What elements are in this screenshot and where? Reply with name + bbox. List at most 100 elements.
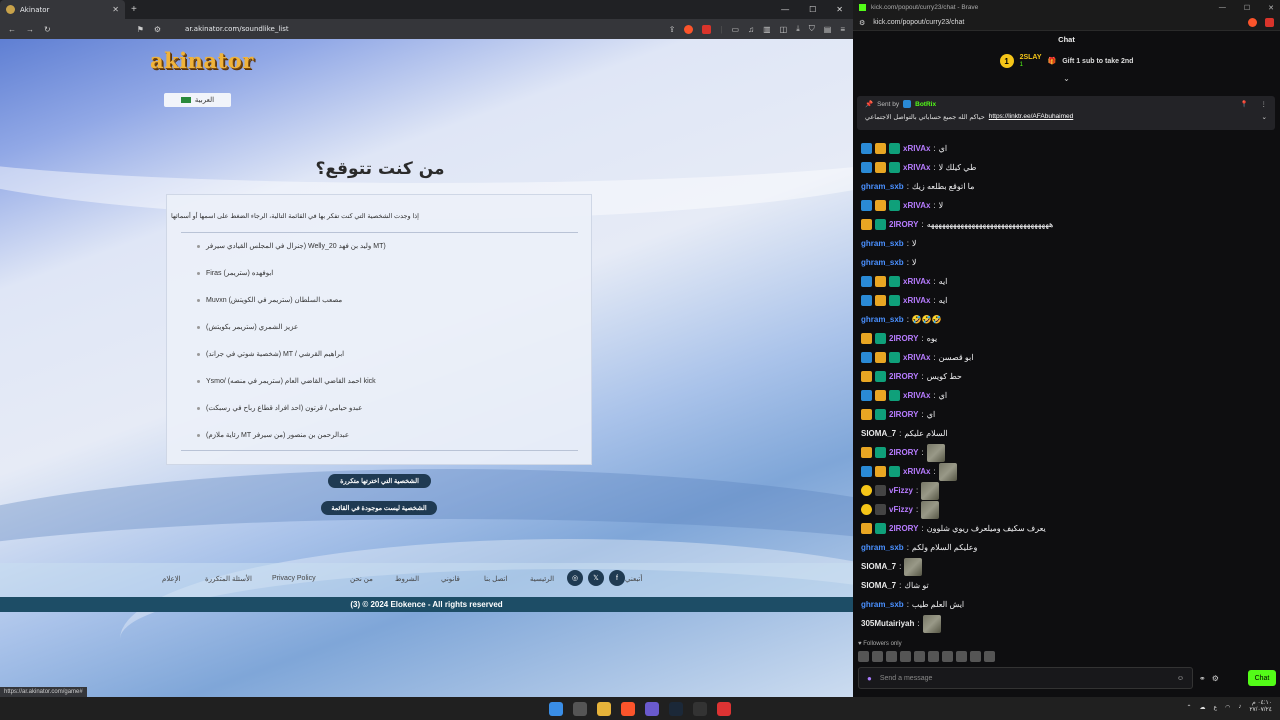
screenshot-icon[interactable]: ▭ [732, 25, 740, 34]
chevron-up-icon[interactable]: ⌃ [1186, 704, 1191, 711]
footer-link-terms[interactable]: الشروط [395, 575, 419, 583]
task-view-icon[interactable] [573, 701, 587, 716]
volume-icon[interactable]: ♪ [1238, 704, 1241, 710]
x-twitter-icon[interactable]: 𝕏 [588, 570, 604, 586]
maximize-icon[interactable]: ☐ [809, 5, 816, 14]
site-info-icon[interactable]: ⚙ [859, 19, 865, 27]
follower-avatar[interactable] [872, 651, 883, 662]
chat-username[interactable]: xRIVAx [903, 296, 930, 305]
menu-icon[interactable]: ≡ [840, 25, 845, 34]
follower-avatar[interactable] [928, 651, 939, 662]
chat-username[interactable]: 2IRORY [889, 220, 919, 229]
chat-username[interactable]: SIOMA_7 [861, 562, 896, 571]
chat-username[interactable]: 2IRORY [889, 524, 919, 533]
kick-url[interactable]: kick.com/popout/curry23/chat [873, 19, 964, 26]
follower-avatar[interactable] [956, 651, 967, 662]
brave-shields-icon[interactable] [684, 24, 694, 34]
bookmark-icon[interactable]: ⚑ [137, 25, 144, 34]
maximize-icon[interactable]: ☐ [1244, 4, 1250, 12]
chat-username[interactable]: SIOMA_7 [861, 429, 896, 438]
list-item[interactable]: Firas (ستريمر) ابوفهده [197, 265, 273, 281]
chat-username[interactable]: 305Mutairiyah [861, 619, 914, 628]
vpn-icon[interactable]: ⛉ [809, 24, 815, 34]
chat-username[interactable]: xRIVAx [903, 353, 930, 362]
chat-username[interactable]: ghram_sxb [861, 258, 904, 267]
forward-icon[interactable]: → [26, 25, 34, 34]
discord-icon[interactable] [645, 701, 659, 716]
minimize-icon[interactable]: — [1219, 4, 1226, 12]
footer-link-media[interactable]: الإعلام [162, 575, 181, 583]
settings-icon[interactable]: ⚙ [1212, 674, 1219, 683]
clock[interactable]: ٠٤:١٠ م ٢٧/٠٧/٢٤ [1249, 700, 1272, 714]
url-field[interactable]: ar.akinator.com/soundlike_list [185, 25, 289, 33]
chat-username[interactable]: ghram_sxb [861, 315, 904, 324]
follower-avatar[interactable] [984, 651, 995, 662]
brave-shields-icon[interactable] [1248, 18, 1257, 27]
downloads-icon[interactable]: ⤓ [796, 24, 800, 34]
chat-username[interactable]: vFizzy [889, 486, 913, 495]
wallet-icon[interactable]: ▤ [824, 25, 832, 34]
gift-leaderboard[interactable]: 1 2SLAY 1 🎁 Gift 1 sub to take 2nd [853, 47, 1280, 75]
unpin-icon[interactable]: 📍 [1240, 100, 1248, 108]
footer-link-faq[interactable]: الأسئلة المتكررة [205, 575, 252, 583]
mic-icon[interactable]: ● [867, 674, 872, 683]
chat-username[interactable]: 2IRORY [889, 410, 919, 419]
sidebar-icon[interactable]: ◫ [780, 25, 788, 34]
chat-username[interactable]: ghram_sxb [861, 600, 904, 609]
reader-icon[interactable]: ▥ [763, 25, 771, 34]
keyboard-lang[interactable]: ع [1213, 704, 1217, 711]
follower-avatar[interactable] [886, 651, 897, 662]
chat-username[interactable]: xRIVAx [903, 163, 930, 172]
app-icon[interactable] [717, 701, 731, 716]
pinned-link[interactable]: https://linktr.ee/AFAbuhaimed [989, 113, 1074, 121]
close-window-icon[interactable]: ✕ [836, 5, 843, 14]
steam-icon[interactable] [669, 701, 683, 716]
instagram-icon[interactable]: ◎ [567, 570, 583, 586]
chat-username[interactable]: xRIVAx [903, 467, 930, 476]
character-not-in-list-button[interactable]: الشخصية ليست موجودة في القائمة [321, 501, 437, 515]
extension-icon[interactable] [702, 24, 712, 34]
chevron-down-icon[interactable]: ⌄ [853, 75, 1280, 83]
chat-username[interactable]: SIOMA_7 [861, 581, 896, 590]
chat-username[interactable]: vFizzy [889, 505, 913, 514]
share-icon[interactable]: ⇪ [669, 25, 676, 34]
footer-link-contact[interactable]: اتصل بنا [484, 575, 507, 583]
footer-link-legal[interactable]: قانوني [441, 575, 460, 583]
brave-icon[interactable] [621, 701, 635, 716]
chat-input[interactable]: ● Send a message ☺ [858, 667, 1193, 689]
chat-username[interactable]: 2IRORY [889, 448, 919, 457]
follower-avatar[interactable] [942, 651, 953, 662]
list-item[interactable]: جنرال في المجلس القيادي سيرفر) Welly_20 … [197, 238, 386, 254]
facebook-icon[interactable]: f [609, 570, 625, 586]
footer-link-privacy[interactable]: Privacy Policy [272, 575, 316, 582]
follower-avatar[interactable] [858, 651, 869, 662]
close-window-icon[interactable]: ✕ [1268, 4, 1274, 12]
extension-icon[interactable] [1265, 18, 1274, 27]
chat-username[interactable]: ghram_sxb [861, 182, 904, 191]
site-info-icon[interactable]: ⚙ [154, 25, 161, 34]
akinator-logo[interactable]: akinator [150, 48, 254, 73]
new-tab-icon[interactable]: + [131, 4, 137, 15]
more-options-icon[interactable]: ⋮ [1261, 100, 1268, 108]
emoji-icon[interactable]: ☺ [1177, 675, 1184, 682]
cloud-icon[interactable]: ☁ [1199, 704, 1205, 711]
chat-username[interactable]: ghram_sxb [861, 543, 904, 552]
bot-name[interactable]: BotRix [915, 101, 936, 108]
chat-username[interactable]: 2IRORY [889, 334, 919, 343]
close-tab-icon[interactable]: ✕ [112, 5, 119, 14]
minimize-icon[interactable]: — [781, 5, 789, 14]
list-item[interactable]: Muvxn مصعب السلطان (ستريمر في الكويتش) [197, 292, 342, 308]
chat-username[interactable]: xRIVAx [903, 391, 930, 400]
reload-icon[interactable]: ↻ [44, 25, 51, 34]
link-icon[interactable]: ⚭ [1199, 674, 1206, 683]
follower-avatar[interactable] [900, 651, 911, 662]
obs-icon[interactable] [693, 701, 707, 716]
chat-username[interactable]: xRIVAx [903, 144, 930, 153]
list-item[interactable]: Ysmo/ احمد القاضي القاضي العام (ستريمر ف… [197, 373, 376, 389]
wifi-icon[interactable]: ◠ [1225, 704, 1230, 711]
windows-start-icon[interactable] [549, 701, 563, 716]
chat-username[interactable]: ghram_sxb [861, 239, 904, 248]
follower-avatar[interactable] [970, 651, 981, 662]
chat-username[interactable]: xRIVAx [903, 201, 930, 210]
list-item[interactable]: عزيز الشمري (ستريمر بكويتش) [197, 319, 298, 335]
